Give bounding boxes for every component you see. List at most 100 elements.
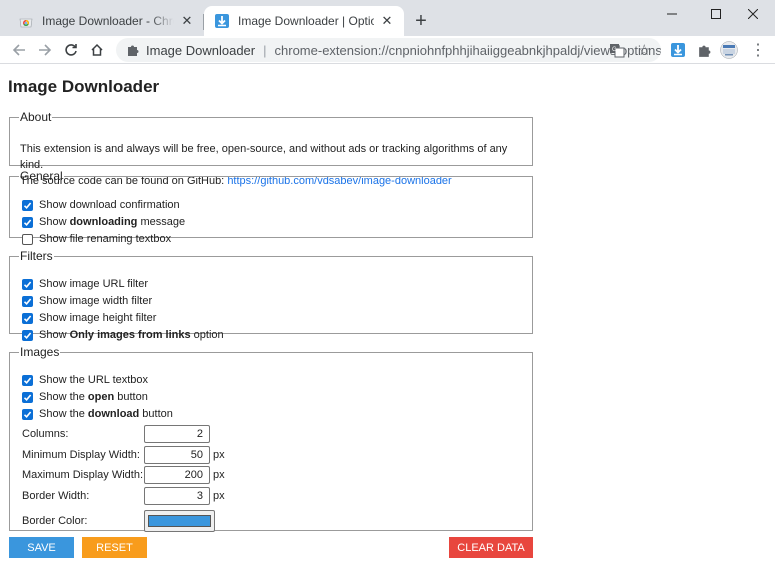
- translate-icon[interactable]: G: [609, 42, 625, 58]
- option-show-image-width-filter[interactable]: Show image width filter: [22, 293, 152, 309]
- save-button[interactable]: SAVE: [9, 537, 74, 558]
- option-label-bold: open: [87, 391, 115, 403]
- option-label: Show image URL filter: [39, 278, 148, 290]
- border-width-row: Border Width: 3 px: [22, 487, 225, 505]
- checkbox[interactable]: [22, 312, 33, 324]
- omnibox-divider: |: [263, 42, 267, 58]
- puzzle-icon: [128, 45, 139, 56]
- option-label: Show download confirmation: [39, 199, 180, 211]
- bookmark-star-icon[interactable]: ☆: [638, 41, 651, 59]
- border-color-picker[interactable]: [144, 510, 215, 532]
- option-show-open-button[interactable]: Show the open button: [22, 389, 148, 405]
- option-show-download-button[interactable]: Show the download button: [22, 406, 173, 422]
- option-label-text: Show download confirmation: [39, 199, 180, 211]
- columns-input[interactable]: 2: [144, 425, 210, 443]
- tab-strip: Image Downloader - Chrome Web Store ✕ Im…: [0, 0, 775, 36]
- minimize-window-icon[interactable]: [650, 0, 694, 28]
- option-label: Show downloading message: [39, 216, 185, 228]
- color-swatch: [148, 515, 211, 527]
- option-show-file-renaming-textbox[interactable]: Show file renaming textbox: [22, 231, 171, 247]
- checkbox[interactable]: [22, 374, 33, 386]
- tab-title: Image Downloader - Chrome Web Store: [42, 14, 174, 28]
- checkbox[interactable]: [22, 295, 33, 307]
- about-legend: About: [20, 110, 52, 124]
- close-tab-icon[interactable]: ✕: [378, 12, 396, 30]
- close-tab-icon[interactable]: ✕: [178, 12, 196, 30]
- max-width-row: Maximum Display Width: 200 px: [22, 466, 225, 484]
- tab-title: Image Downloader | Options: [238, 14, 374, 28]
- tab-options[interactable]: Image Downloader | Options ✕: [204, 6, 404, 36]
- columns-row: Columns: 2: [22, 425, 210, 443]
- option-label-bold: download: [87, 408, 140, 420]
- menu-dots-icon[interactable]: ⋮: [748, 40, 768, 60]
- home-icon[interactable]: [86, 39, 108, 61]
- option-label-bold: downloading: [69, 216, 138, 228]
- close-window-icon[interactable]: [731, 0, 775, 28]
- page-title: Image Downloader: [8, 77, 160, 96]
- option-label-bold: Only images from links: [69, 329, 191, 341]
- download-arrow-icon[interactable]: [668, 40, 688, 60]
- general-legend: General: [20, 169, 63, 183]
- clear-data-button[interactable]: CLEAR DATA: [449, 537, 533, 558]
- option-label-text: Show: [39, 216, 70, 228]
- download-arrow-icon: [215, 14, 229, 28]
- checkbox[interactable]: [22, 199, 33, 211]
- images-legend: Images: [20, 345, 60, 359]
- general-section: General Show download confirmation Show …: [9, 169, 533, 245]
- border-width-input[interactable]: 3: [144, 487, 210, 505]
- profile-icon[interactable]: [719, 40, 739, 60]
- filters-legend: Filters: [20, 249, 53, 263]
- max-width-label: Maximum Display Width:: [22, 469, 144, 481]
- option-label-text: Show file renaming textbox: [39, 233, 172, 245]
- option-label: Show Only images from links option: [39, 329, 224, 341]
- option-label: Show the URL textbox: [39, 374, 148, 386]
- checkbox[interactable]: [22, 408, 33, 420]
- option-label-text: button: [139, 408, 173, 420]
- checkbox[interactable]: [22, 233, 33, 245]
- option-show-image-height-filter[interactable]: Show image height filter: [22, 310, 156, 326]
- filters-section: Filters Show image URL filter Show image…: [9, 249, 533, 341]
- option-label-text: Show image URL filter: [39, 278, 149, 290]
- option-show-image-url-filter[interactable]: Show image URL filter: [22, 276, 148, 292]
- reset-button[interactable]: RESET: [82, 537, 147, 558]
- checkbox[interactable]: [22, 329, 33, 341]
- option-label-text: Show image height filter: [39, 312, 157, 324]
- option-label-text: Show the: [39, 391, 88, 403]
- min-width-input[interactable]: 50: [144, 446, 210, 464]
- min-width-row: Minimum Display Width: 50 px: [22, 446, 225, 464]
- svg-text:G: G: [612, 47, 617, 53]
- option-show-download-confirmation[interactable]: Show download confirmation: [22, 197, 180, 213]
- option-label: Show image height filter: [39, 312, 156, 324]
- new-tab-plus-icon[interactable]: +: [410, 10, 432, 32]
- option-label: Show image width filter: [39, 295, 152, 307]
- checkbox[interactable]: [22, 278, 33, 290]
- min-width-label: Minimum Display Width:: [22, 449, 140, 461]
- url-text: chrome-extension://cnpniohnfphhjihaiigge…: [274, 42, 661, 58]
- max-width-input[interactable]: 200: [144, 466, 210, 484]
- options-page: Image Downloader About This extension is…: [0, 65, 775, 573]
- forward-arrow-icon[interactable]: [34, 39, 56, 61]
- back-arrow-icon[interactable]: [8, 39, 30, 61]
- tab-chrome-web-store[interactable]: Image Downloader - Chrome Web Store ✕: [8, 6, 204, 36]
- option-show-only-images-from-links[interactable]: Show Only images from links option: [22, 327, 224, 343]
- border-color-row: Border Color:: [22, 509, 215, 533]
- puzzle-icon[interactable]: [694, 40, 714, 60]
- px-unit: px: [213, 449, 225, 461]
- option-label: Show the open button: [39, 391, 148, 403]
- reload-icon[interactable]: [60, 39, 82, 61]
- checkbox[interactable]: [22, 216, 33, 228]
- option-show-downloading-message[interactable]: Show downloading message: [22, 214, 185, 230]
- option-show-url-textbox[interactable]: Show the URL textbox: [22, 372, 148, 388]
- option-label-text: Show image width filter: [39, 295, 153, 307]
- option-label-text: message: [137, 216, 186, 228]
- option-label-text: Show: [39, 329, 70, 341]
- border-color-label: Border Color:: [22, 515, 88, 527]
- checkbox[interactable]: [22, 391, 33, 403]
- option-label-text: Show the URL textbox: [39, 374, 149, 386]
- about-section: About This extension is and always will …: [9, 110, 533, 187]
- option-label: Show file renaming textbox: [39, 233, 171, 245]
- address-bar[interactable]: Image Downloader | chrome-extension://cn…: [116, 38, 661, 62]
- columns-label: Columns:: [22, 428, 69, 440]
- site-name: Image Downloader: [146, 42, 256, 58]
- images-section: Images Show the URL textbox Show the ope…: [9, 345, 533, 533]
